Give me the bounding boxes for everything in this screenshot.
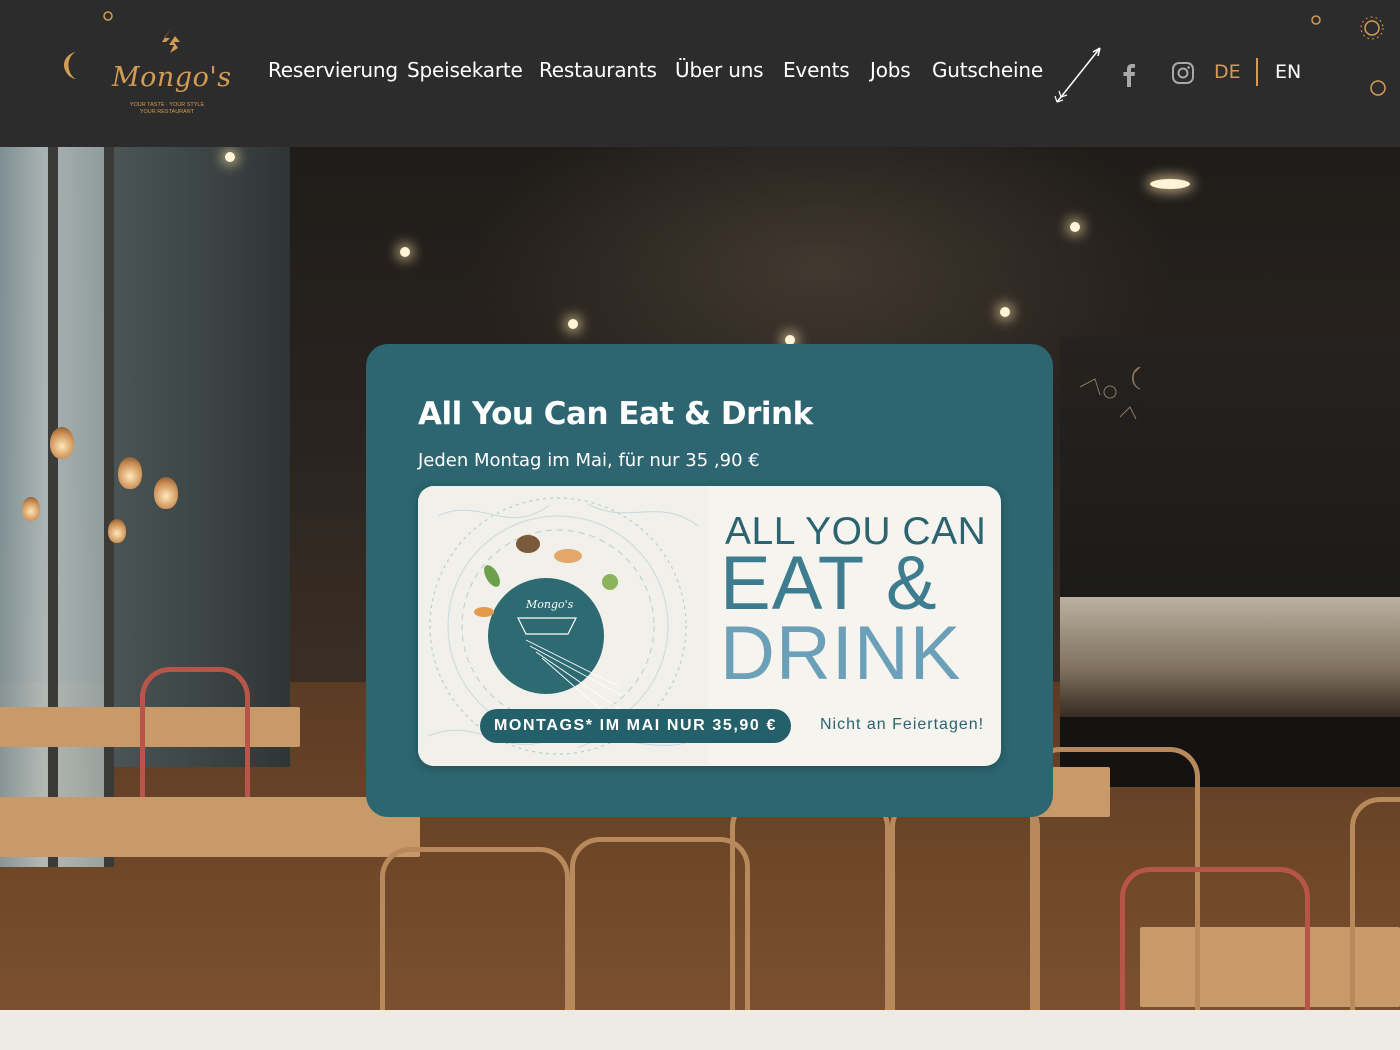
nav-speisekarte[interactable]: Speisekarte — [407, 58, 523, 82]
logo-link[interactable]: Mongo's YOUR TASTE · YOUR STYLE YOUR RES… — [62, 28, 231, 123]
lang-en-link[interactable]: EN — [1275, 61, 1301, 83]
logo-tagline: YOUR TASTE · YOUR STYLE YOUR RESTAURANT — [129, 102, 205, 115]
nav-restaurants[interactable]: Restaurants — [539, 58, 657, 82]
circle-deco-icon — [103, 11, 113, 21]
facebook-icon[interactable] — [1118, 61, 1140, 87]
promo-subtitle: Jeden Montag im Mai, für nur 35 ,90 € — [418, 450, 760, 471]
nav-events[interactable]: Events — [783, 58, 850, 82]
promo-card[interactable]: All You Can Eat & Drink Jeden Montag im … — [366, 344, 1053, 817]
banner-note: Nicht an Feiertagen! — [820, 716, 985, 733]
nav-gutscheine[interactable]: Gutscheine — [932, 58, 1043, 82]
banner-price-pill: MONTAGS* IM MAI NUR 35,90 € — [480, 709, 791, 743]
site-header: Mongo's YOUR TASTE · YOUR STYLE YOUR RES… — [0, 0, 1400, 147]
logo-mark-icon — [162, 29, 180, 53]
circle-deco-icon — [1311, 15, 1321, 25]
lang-divider — [1256, 58, 1258, 86]
logo-wordmark: Mongo's — [112, 62, 232, 93]
promo-title: All You Can Eat & Drink — [418, 396, 813, 432]
lang-de-link[interactable]: DE — [1214, 61, 1241, 83]
promo-banner-image[interactable]: Mongo's ALL YOU CAN EAT & DRINK MONTAGS*… — [418, 486, 1001, 766]
sun-deco-icon — [1360, 16, 1384, 40]
circle-deco-icon — [1370, 80, 1386, 96]
moon-icon — [64, 52, 76, 79]
content-section-top — [0, 1010, 1400, 1050]
nav-ueber-uns[interactable]: Über uns — [675, 58, 764, 82]
arrow-deco-icon — [1054, 47, 1101, 103]
banner-line-drink: DRINK — [720, 611, 962, 696]
instagram-icon[interactable] — [1171, 61, 1195, 85]
nav-jobs[interactable]: Jobs — [870, 58, 911, 82]
wall-doodle-icon — [1079, 366, 1141, 420]
nav-reservierung[interactable]: Reservierung — [268, 58, 398, 82]
svg-text:Mongo's: Mongo's — [525, 598, 574, 611]
